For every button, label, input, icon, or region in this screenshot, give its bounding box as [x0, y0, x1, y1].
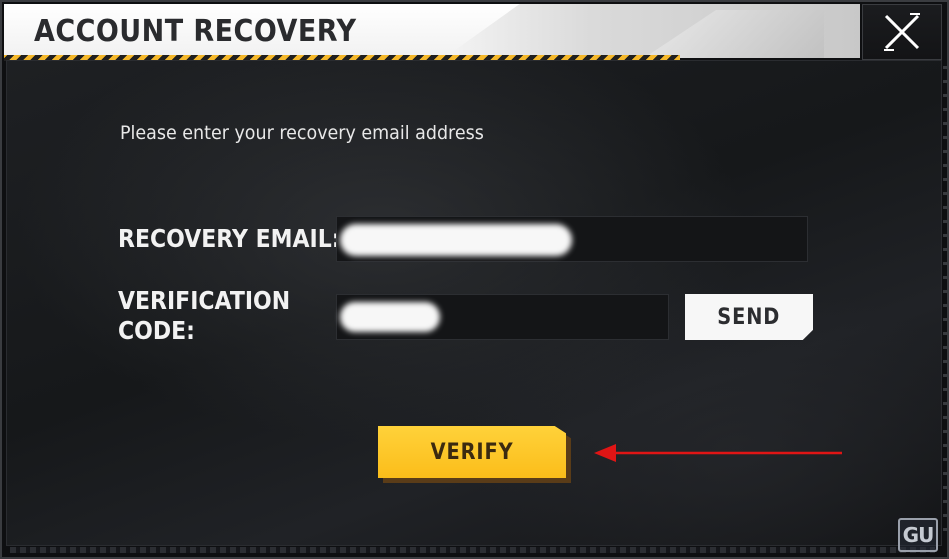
panel-edge-decoration — [943, 66, 947, 536]
verify-button[interactable]: VERIFY — [378, 426, 566, 478]
dialog-header: ACCOUNT RECOVERY — [4, 4, 860, 58]
redacted-email-blur — [340, 224, 572, 256]
send-button[interactable]: SEND — [685, 294, 813, 340]
redacted-code-blur — [340, 302, 440, 332]
verify-button-label: VERIFY — [430, 439, 514, 465]
verification-code-label-line2: CODE: — [118, 316, 195, 345]
close-x-icon — [884, 13, 920, 51]
watermark-logo: GU — [898, 518, 938, 552]
verification-code-label-line1: VERIFICATION — [118, 286, 291, 315]
watermark-text: GU — [902, 523, 935, 547]
annotation-arrow-icon — [594, 444, 842, 462]
bottom-decoration — [10, 547, 935, 553]
recovery-email-label: RECOVERY EMAIL: — [118, 224, 341, 253]
recovery-prompt: Please enter your recovery email address — [120, 122, 484, 144]
verification-code-label: VERIFICATION CODE: — [118, 286, 290, 346]
send-button-label: SEND — [717, 304, 781, 330]
close-button[interactable] — [862, 4, 942, 60]
dialog-title: ACCOUNT RECOVERY — [34, 14, 357, 49]
